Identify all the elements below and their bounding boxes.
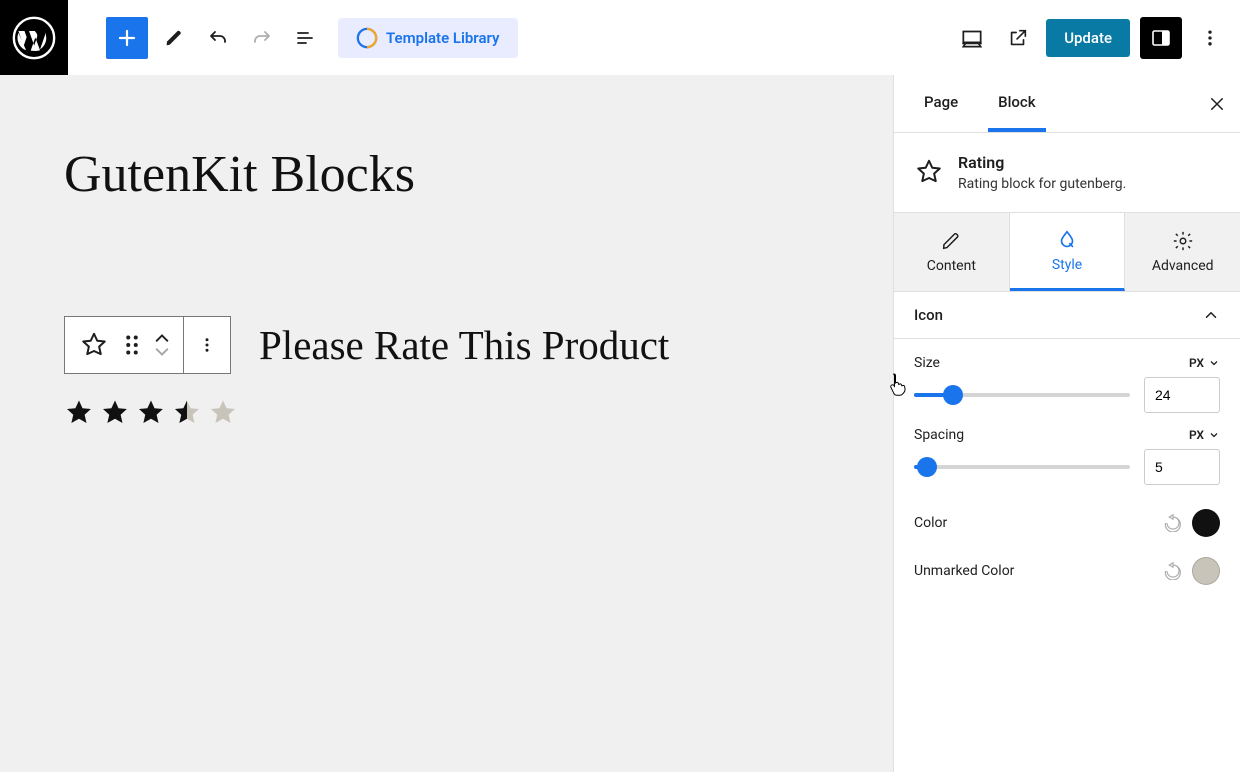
template-library-button[interactable]: Template Library xyxy=(338,18,518,58)
chevron-up-icon xyxy=(1202,306,1220,324)
panel-icon-header[interactable]: Icon xyxy=(894,292,1240,339)
block-options-button[interactable] xyxy=(198,334,216,356)
kebab-icon xyxy=(1200,28,1220,48)
tab-block[interactable]: Block xyxy=(988,75,1045,132)
view-button[interactable] xyxy=(954,20,990,56)
pencil-icon xyxy=(163,27,185,49)
tab-page[interactable]: Page xyxy=(914,75,968,132)
block-name: Rating xyxy=(958,153,1126,172)
chevron-up-icon xyxy=(155,334,169,344)
external-link-icon xyxy=(1007,27,1029,49)
reset-icon xyxy=(1164,562,1182,580)
size-unit-value: PX xyxy=(1189,356,1204,370)
inspector-tab-style[interactable]: Style xyxy=(1010,213,1126,291)
list-view-icon xyxy=(294,26,318,50)
spacing-unit-value: PX xyxy=(1189,428,1204,442)
block-toolbar xyxy=(64,316,231,374)
color-swatch[interactable] xyxy=(1192,509,1220,537)
inspector-tab-advanced-label: Advanced xyxy=(1152,258,1214,274)
close-sidebar-button[interactable] xyxy=(1200,87,1234,121)
sidebar-toggle-button[interactable] xyxy=(1140,17,1182,59)
drag-icon xyxy=(125,335,139,355)
rating-stars[interactable] xyxy=(64,398,829,428)
size-slider[interactable] xyxy=(914,393,1130,397)
update-button[interactable]: Update xyxy=(1046,19,1130,57)
wordpress-logo-button[interactable] xyxy=(0,0,68,75)
star-filled-icon xyxy=(64,398,94,428)
inspector-tab-content[interactable]: Content xyxy=(894,213,1010,291)
pencil-icon xyxy=(940,230,962,252)
update-label: Update xyxy=(1064,29,1112,47)
reset-icon xyxy=(1164,514,1182,532)
inspector-sidebar: Page Block Rating Rating block for guten… xyxy=(893,75,1240,772)
panel-icon-title: Icon xyxy=(914,306,943,324)
kebab-icon xyxy=(198,334,216,356)
star-filled-icon xyxy=(100,398,130,428)
undo-icon xyxy=(206,26,230,50)
spacing-input[interactable] xyxy=(1144,449,1220,485)
chevron-down-icon xyxy=(1208,429,1220,441)
star-outline-icon xyxy=(914,157,944,187)
size-unit-select[interactable]: PX xyxy=(1189,356,1220,370)
page-title[interactable]: GutenKit Blocks xyxy=(64,145,829,204)
unmarked-color-label: Unmarked Color xyxy=(914,563,1014,579)
sidebar-icon xyxy=(1149,26,1173,50)
move-up-button[interactable] xyxy=(155,334,169,344)
chevron-down-icon xyxy=(1208,357,1220,369)
block-header: Rating Rating block for gutenberg. xyxy=(894,133,1240,212)
gear-icon xyxy=(1172,230,1194,252)
undo-button[interactable] xyxy=(200,20,236,56)
star-half-icon xyxy=(172,398,202,428)
chevron-down-icon xyxy=(155,346,169,356)
inspector-tab-advanced[interactable]: Advanced xyxy=(1125,213,1240,291)
options-button[interactable] xyxy=(1192,20,1228,56)
list-view-button[interactable] xyxy=(288,20,324,56)
drag-handle-button[interactable] xyxy=(125,335,139,355)
close-icon xyxy=(1208,95,1226,113)
edit-mode-button[interactable] xyxy=(156,20,192,56)
size-input[interactable] xyxy=(1144,377,1220,413)
panel-icon-body: Size PX xyxy=(894,339,1240,611)
redo-button[interactable] xyxy=(244,20,280,56)
editor-canvas[interactable]: GutenKit Blocks xyxy=(0,75,893,772)
inspector-tab-style-label: Style xyxy=(1052,257,1082,273)
color-label: Color xyxy=(914,515,947,531)
size-label: Size xyxy=(914,355,940,371)
block-type-button[interactable] xyxy=(79,330,109,360)
unmarked-color-swatch[interactable] xyxy=(1192,557,1220,585)
rating-prompt-text[interactable]: Please Rate This Product xyxy=(259,321,669,369)
drop-icon xyxy=(1056,229,1078,251)
star-empty-icon xyxy=(208,398,238,428)
spacing-label: Spacing xyxy=(914,427,964,443)
inspector-tab-content-label: Content xyxy=(927,258,976,274)
plus-icon xyxy=(115,26,139,50)
wordpress-icon xyxy=(12,16,56,60)
spacing-slider[interactable] xyxy=(914,465,1130,469)
desktop-icon xyxy=(959,25,985,51)
template-library-label: Template Library xyxy=(386,29,500,47)
unmarked-color-reset-button[interactable] xyxy=(1164,562,1182,580)
cursor-pointer-icon xyxy=(888,372,908,396)
color-reset-button[interactable] xyxy=(1164,514,1182,532)
spacing-unit-select[interactable]: PX xyxy=(1189,428,1220,442)
template-library-icon xyxy=(356,27,378,49)
top-toolbar: Template Library Update xyxy=(0,0,1240,75)
star-filled-icon xyxy=(136,398,166,428)
add-block-button[interactable] xyxy=(106,17,148,59)
external-view-button[interactable] xyxy=(1000,20,1036,56)
move-down-button[interactable] xyxy=(155,346,169,356)
star-outline-icon xyxy=(79,330,109,360)
redo-icon xyxy=(250,26,274,50)
block-description: Rating block for gutenberg. xyxy=(958,176,1126,192)
